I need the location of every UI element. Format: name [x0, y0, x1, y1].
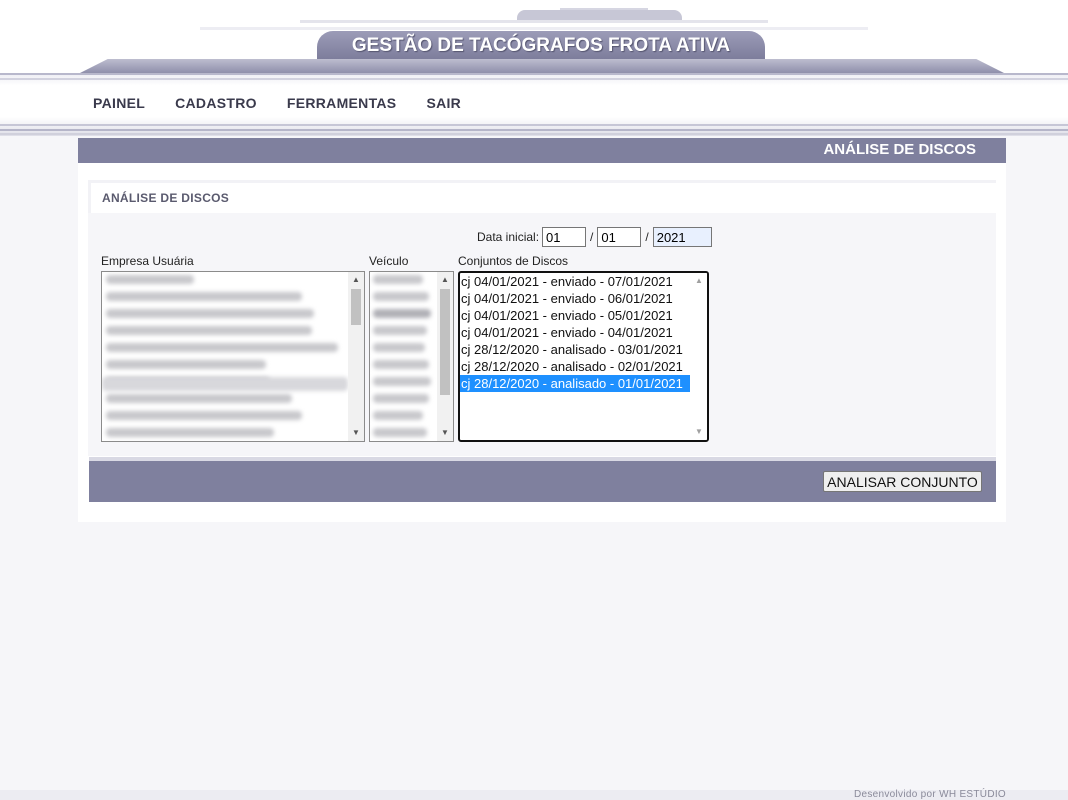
- list-item[interactable]: [106, 428, 274, 437]
- page-title-bar: ANÁLISE DE DISCOS: [78, 138, 1006, 163]
- list-item[interactable]: [106, 343, 338, 352]
- list-item[interactable]: [106, 292, 302, 301]
- scroll-up-icon[interactable]: ▲: [348, 272, 364, 288]
- scroll-thumb[interactable]: [351, 289, 361, 325]
- nav-ferramentas[interactable]: FERRAMENTAS: [287, 95, 397, 111]
- list-item[interactable]: [106, 309, 314, 318]
- banner-decor: [200, 27, 868, 30]
- banner-decor: [300, 20, 768, 23]
- nav-divider: [0, 78, 1068, 80]
- scroll-thumb[interactable]: [440, 289, 450, 395]
- header-banner: GESTÃO DE TACÓGRAFOS FROTA ATIVA PAINEL …: [0, 0, 1068, 136]
- date-separator: /: [645, 230, 649, 244]
- nav-painel[interactable]: PAINEL: [93, 95, 145, 111]
- nav-divider: [0, 73, 1068, 75]
- scroll-up-icon[interactable]: ▲: [437, 272, 453, 288]
- disc-sets-list[interactable]: cj 04/01/2021 - enviado - 07/01/2021 cj 0…: [458, 271, 709, 442]
- banner-decor: [517, 10, 682, 20]
- date-year-input[interactable]: [652, 227, 712, 247]
- scroll-down-icon[interactable]: ▼: [437, 425, 453, 441]
- date-separator: /: [590, 230, 594, 244]
- vehicle-label: Veículo: [369, 254, 409, 268]
- scroll-down-icon[interactable]: ▼: [691, 424, 707, 440]
- list-item[interactable]: [373, 394, 429, 403]
- vehicle-list-scrollbar[interactable]: ▲ ▼: [437, 272, 453, 441]
- app-title: GESTÃO DE TACÓGRAFOS FROTA ATIVA: [351, 35, 731, 56]
- disc-set-option[interactable]: cj 04/01/2021 - enviado - 07/01/2021: [460, 273, 690, 290]
- list-item[interactable]: [373, 360, 429, 369]
- list-item[interactable]: [106, 394, 292, 403]
- list-item[interactable]: [373, 292, 429, 301]
- list-item[interactable]: [373, 428, 427, 437]
- nav-cadastro[interactable]: CADASTRO: [175, 95, 257, 111]
- nav-sair[interactable]: SAIR: [426, 95, 461, 111]
- list-item[interactable]: [373, 411, 423, 420]
- list-item[interactable]: [106, 360, 266, 369]
- disc-set-option[interactable]: cj 04/01/2021 - enviado - 04/01/2021: [460, 324, 690, 341]
- list-item[interactable]: [106, 411, 302, 420]
- disc-set-option[interactable]: cj 04/01/2021 - enviado - 05/01/2021: [460, 307, 690, 324]
- main-nav: PAINEL CADASTRO FERRAMENTAS SAIR: [93, 95, 461, 111]
- list-item[interactable]: [373, 309, 431, 318]
- company-list[interactable]: ▲ ▼: [101, 271, 365, 442]
- date-day-input[interactable]: [542, 227, 587, 247]
- company-list-scrollbar[interactable]: ▲ ▼: [348, 272, 364, 441]
- list-item[interactable]: [373, 275, 423, 284]
- disc-sets-scrollbar[interactable]: ▲ ▼: [691, 273, 707, 440]
- date-month-input[interactable]: [597, 227, 642, 247]
- nav-divider: [0, 124, 1068, 126]
- banner-wedge: [80, 59, 1004, 73]
- list-item[interactable]: [373, 377, 431, 386]
- developer-credit: Desenvolvido por WH ESTÚDIO: [853, 789, 1006, 800]
- list-item[interactable]: [106, 326, 312, 335]
- list-item[interactable]: [373, 326, 427, 335]
- company-label: Empresa Usuária: [101, 254, 194, 268]
- analyze-set-button[interactable]: ANALISAR CONJUNTO: [823, 471, 982, 492]
- discs-label: Conjuntos de Discos: [458, 254, 569, 268]
- section-title: ANÁLISE DE DISCOS: [91, 183, 996, 213]
- disc-set-option[interactable]: cj 28/12/2020 - analisado - 02/01/2021: [460, 358, 690, 375]
- nav-divider: [0, 129, 1068, 131]
- date-row: Data inicial: / /: [477, 227, 712, 247]
- disc-options: cj 04/01/2021 - enviado - 07/01/2021 cj 0…: [460, 273, 707, 392]
- list-item[interactable]: [106, 275, 194, 284]
- list-item[interactable]: [373, 343, 425, 352]
- date-label: Data inicial:: [477, 230, 540, 244]
- scroll-down-icon[interactable]: ▼: [348, 425, 364, 441]
- nav-divider: [0, 133, 1068, 135]
- vehicle-list[interactable]: ▲ ▼: [369, 271, 454, 442]
- scroll-up-icon[interactable]: ▲: [691, 273, 707, 289]
- disc-set-option[interactable]: cj 28/12/2020 - analisado - 01/01/2021: [460, 375, 690, 392]
- list-item-highlight: [102, 377, 348, 391]
- disc-set-option[interactable]: cj 28/12/2020 - analisado - 03/01/2021: [460, 341, 690, 358]
- disc-set-option[interactable]: cj 04/01/2021 - enviado - 06/01/2021: [460, 290, 690, 307]
